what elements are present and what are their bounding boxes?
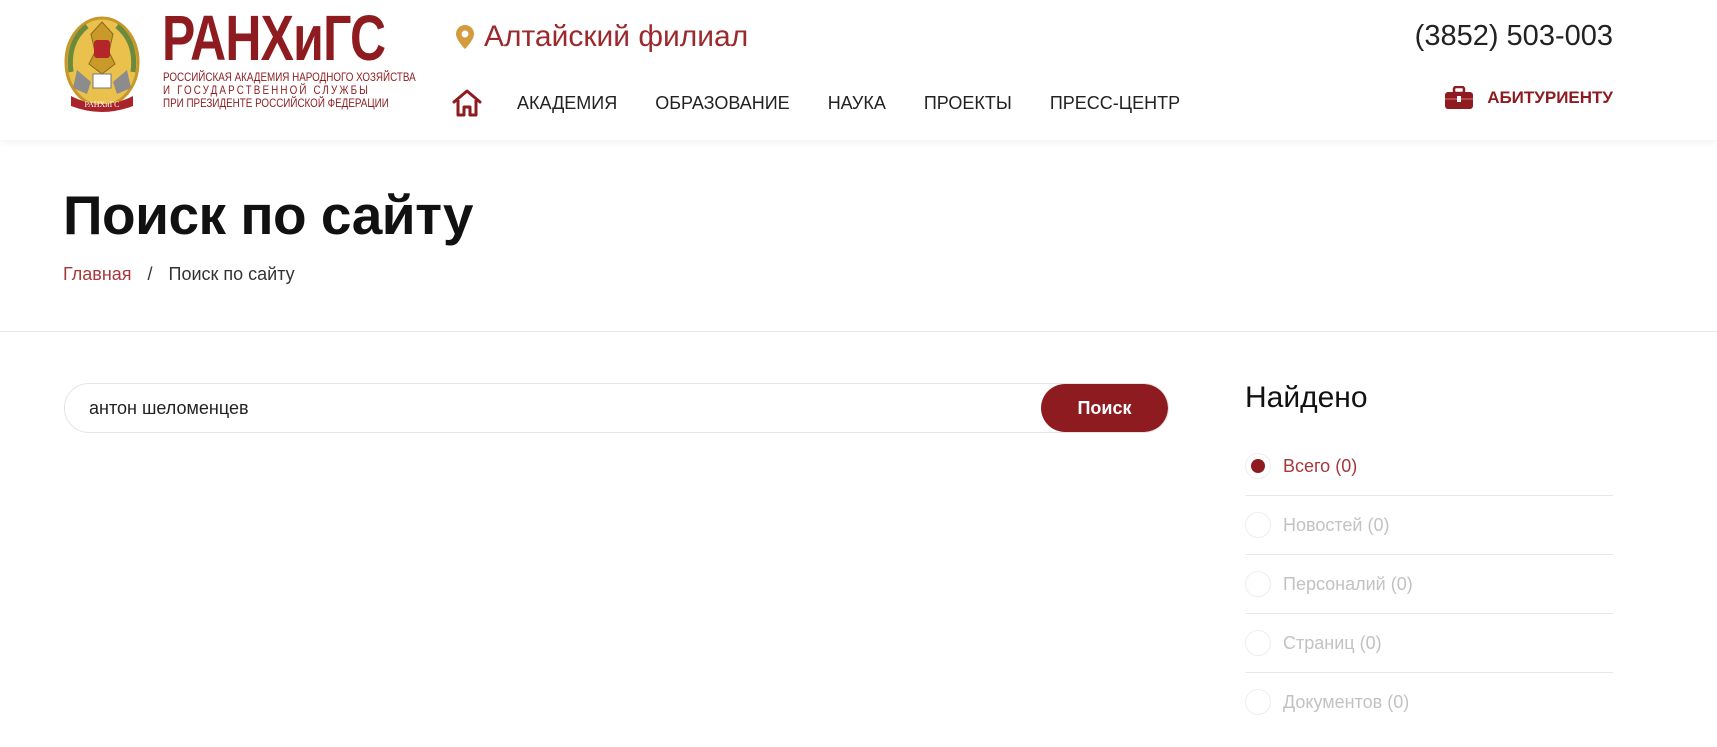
search-button[interactable]: Поиск (1041, 384, 1168, 432)
nav-item-press-center[interactable]: ПРЕСС-ЦЕНТР (1050, 93, 1180, 114)
page-title: Поиск по сайту (63, 184, 474, 246)
radio-icon (1245, 512, 1271, 538)
nav-item-education[interactable]: ОБРАЗОВАНИЕ (655, 93, 789, 114)
section-divider (0, 331, 1717, 332)
nav-item-projects[interactable]: ПРОЕКТЫ (924, 93, 1012, 114)
found-panel: Найдено Всего (0) Новостей (0) Персонали… (1245, 381, 1613, 731)
found-title: Найдено (1245, 381, 1368, 414)
nav-item-academy[interactable]: АКАДЕМИЯ (517, 93, 617, 114)
logo-subtitle-line: при Президенте Российской Федерации (163, 96, 389, 110)
filter-label: Персоналий (0) (1283, 573, 1413, 594)
filter-label: Документов (0) (1283, 691, 1410, 712)
search-form: Поиск (64, 383, 1169, 433)
filter-documents[interactable]: Документов (0) (1245, 673, 1613, 731)
breadcrumb-home-link[interactable]: Главная (63, 264, 132, 285)
logo-emblem-icon[interactable]: РАНХиГС (63, 12, 141, 114)
filter-label: Новостей (0) (1283, 514, 1390, 535)
location-pin-icon (456, 25, 474, 49)
applicant-link[interactable]: АБИТУРИЕНТУ (1444, 86, 1613, 110)
home-icon[interactable] (451, 88, 483, 118)
applicant-label: АБИТУРИЕНТУ (1487, 88, 1613, 107)
radio-icon (1245, 630, 1271, 656)
radio-icon (1245, 571, 1271, 597)
filter-label: Страниц (0) (1283, 632, 1382, 653)
page-heading-block: Поиск по сайту (63, 183, 474, 247)
emblem-ribbon-text: РАНХиГС (85, 100, 120, 109)
filter-persons[interactable]: Персоналий (0) (1245, 555, 1613, 614)
radio-icon (1245, 689, 1271, 715)
site-header: РАНХиГС РАНХиГС Российская академия наро… (0, 0, 1717, 140)
branch-selector[interactable]: Алтайский филиал (456, 20, 748, 54)
briefcase-icon (1445, 86, 1474, 109)
branch-name: Алтайский филиал (484, 20, 749, 53)
logo-subtitle: Российская академия народного хозяйства … (163, 71, 416, 110)
breadcrumb-current: Поиск по сайту (168, 264, 295, 284)
phone-number[interactable]: (3852) 503-003 (1415, 20, 1613, 53)
breadcrumb-separator: / (147, 264, 153, 284)
radio-icon (1245, 453, 1271, 479)
filter-pages[interactable]: Страниц (0) (1245, 614, 1613, 673)
filter-all[interactable]: Всего (0) (1245, 437, 1613, 496)
nav-item-science[interactable]: НАУКА (828, 93, 886, 114)
logo-title[interactable]: РАНХиГС (162, 6, 386, 70)
main-nav: АКАДЕМИЯ ОБРАЗОВАНИЕ НАУКА ПРОЕКТЫ ПРЕСС… (451, 88, 1218, 118)
breadcrumb: Главная / Поиск по сайту (63, 264, 295, 285)
filter-label: Всего (0) (1283, 455, 1358, 476)
filter-news[interactable]: Новостей (0) (1245, 496, 1613, 555)
search-input[interactable] (65, 384, 1041, 432)
